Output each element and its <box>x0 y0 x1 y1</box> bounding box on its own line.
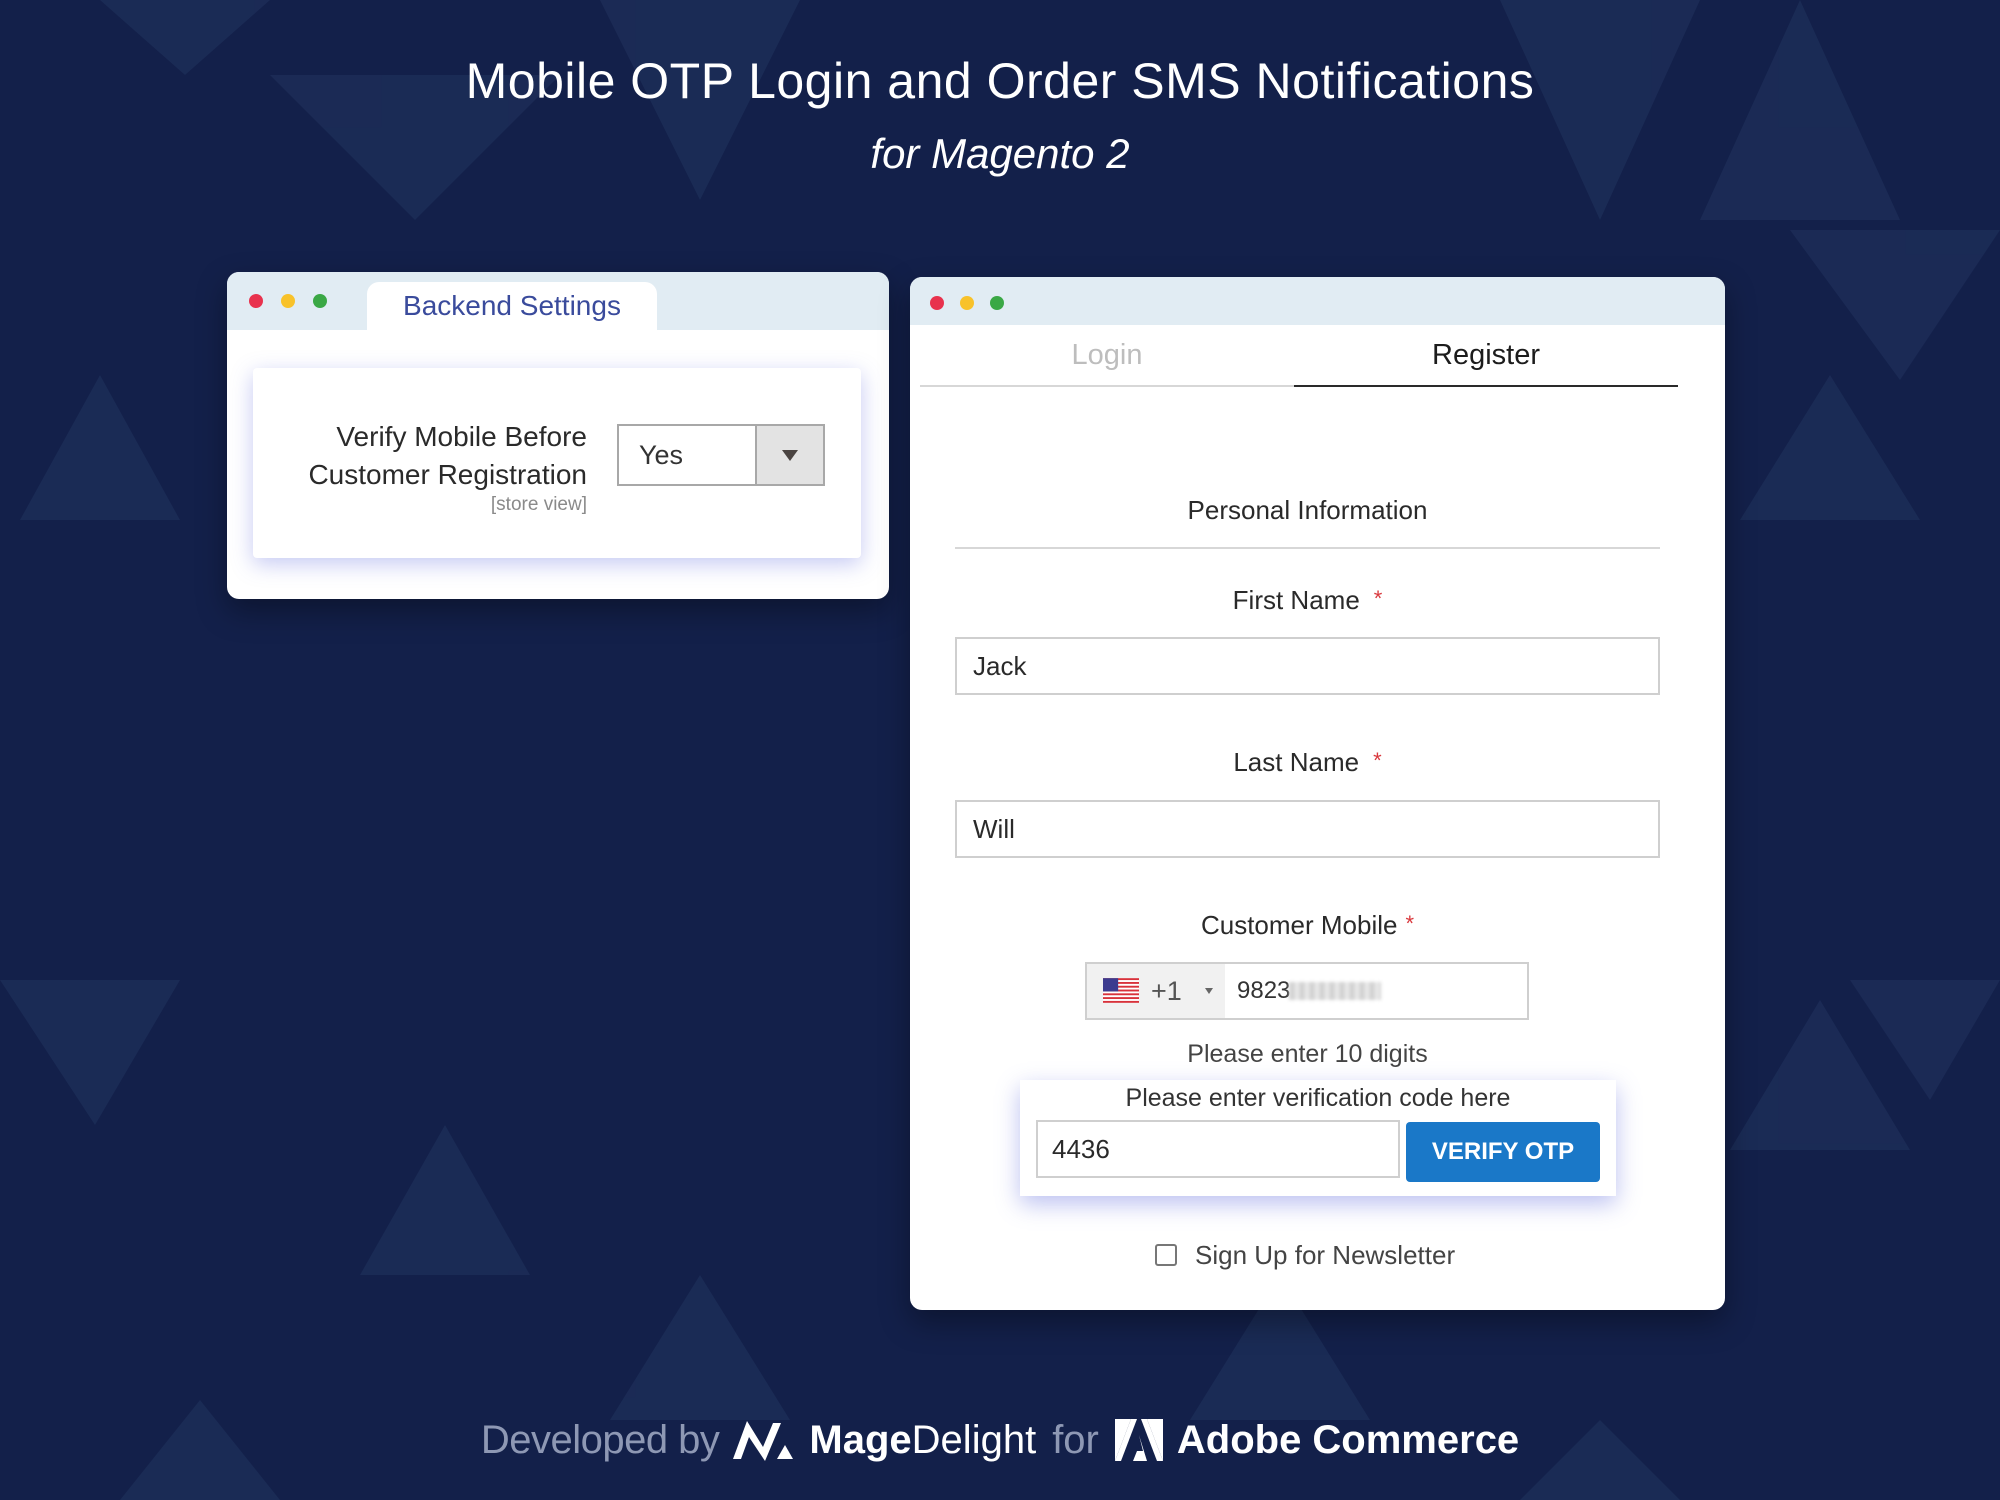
maximize-window-dot-icon[interactable] <box>990 296 1004 310</box>
brand-name-light: Delight <box>911 1417 1037 1462</box>
first-name-label-text: First Name <box>1232 585 1360 615</box>
page-subtitle: for Magento 2 <box>870 130 1130 177</box>
section-title: Personal Information <box>1187 495 1428 525</box>
maximize-window-dot-icon[interactable] <box>313 294 327 308</box>
otp-input[interactable]: 4436 <box>1036 1120 1400 1178</box>
close-window-dot-icon[interactable] <box>930 296 944 310</box>
window-titlebar: Backend Settings <box>227 272 889 330</box>
newsletter-checkbox[interactable] <box>1155 1244 1177 1266</box>
setting-label-line1: Verify Mobile Before <box>336 421 587 452</box>
minimize-window-dot-icon[interactable] <box>960 296 974 310</box>
mobile-label: Customer Mobile * <box>955 910 1660 941</box>
developed-by-text: Developed by <box>480 1417 720 1462</box>
chevron-down-icon <box>782 449 798 461</box>
dial-code: +1 <box>1151 976 1182 1006</box>
tab-register[interactable]: Register <box>1294 325 1678 387</box>
platform-name: Adobe Commerce <box>1176 1417 1520 1462</box>
minimize-window-dot-icon[interactable] <box>281 294 295 308</box>
page-title: Mobile OTP Login and Order SMS Notificat… <box>465 53 1535 109</box>
required-marker: * <box>1373 586 1383 611</box>
last-name-label: Last Name * <box>955 747 1660 778</box>
auth-tabs: Login Register <box>920 325 1700 387</box>
setting-label-line2: Customer Registration <box>308 459 587 490</box>
mobile-label-text: Customer Mobile <box>1200 910 1398 940</box>
us-flag-icon <box>1103 978 1139 1003</box>
newsletter-label: Sign Up for Newsletter <box>1195 1239 1456 1270</box>
otp-panel: Please enter verification code here 4436… <box>1020 1080 1616 1196</box>
close-window-dot-icon[interactable] <box>249 294 263 308</box>
window-titlebar <box>910 277 1725 325</box>
newsletter-option[interactable]: Sign Up for Newsletter <box>1155 1237 1455 1273</box>
register-window: Login Register Personal Information Firs… <box>910 277 1725 1310</box>
setting-label: Verify Mobile Before Customer Registrati… <box>308 418 587 494</box>
section-divider <box>955 547 1660 549</box>
verify-mobile-select[interactable]: Yes <box>617 424 825 486</box>
select-toggle-button[interactable] <box>755 426 823 484</box>
mobile-number-input[interactable]: 9823 <box>1237 964 1290 1018</box>
brand-name-bold: Mage <box>809 1417 912 1462</box>
country-code-select[interactable]: +1 <box>1087 964 1225 1018</box>
required-marker: * <box>1373 748 1382 773</box>
setting-card: Verify Mobile Before Customer Registrati… <box>253 368 861 558</box>
required-marker: * <box>1405 911 1415 936</box>
select-value: Yes <box>639 440 684 470</box>
tab-login[interactable]: Login <box>920 325 1294 387</box>
first-name-input[interactable]: Jack <box>955 637 1660 695</box>
first-name-label: First Name * <box>955 585 1660 616</box>
backend-settings-window: Backend Settings Verify Mobile Before Cu… <box>227 272 889 599</box>
verify-otp-button[interactable]: VERIFY OTP <box>1406 1122 1600 1182</box>
redacted-digits <box>1289 982 1381 1000</box>
for-text: for <box>1052 1417 1099 1462</box>
otp-label: Please enter verification code here <box>1125 1084 1511 1112</box>
chevron-down-icon <box>1205 988 1213 994</box>
magedelight-logo-icon <box>733 1421 794 1461</box>
footer-credits: Developed by Mage Delight for Adobe Comme… <box>0 1412 2000 1468</box>
tab-backend-settings[interactable]: Backend Settings <box>367 282 657 330</box>
last-name-input[interactable]: Will <box>955 800 1660 858</box>
mobile-input-group: +1 9823 <box>1085 962 1529 1020</box>
adobe-logo-icon <box>1114 1419 1163 1461</box>
last-name-label-text: Last Name <box>1233 747 1360 777</box>
setting-scope: [store view] <box>490 494 587 515</box>
mobile-hint: Please enter 10 digits <box>1187 1040 1428 1068</box>
